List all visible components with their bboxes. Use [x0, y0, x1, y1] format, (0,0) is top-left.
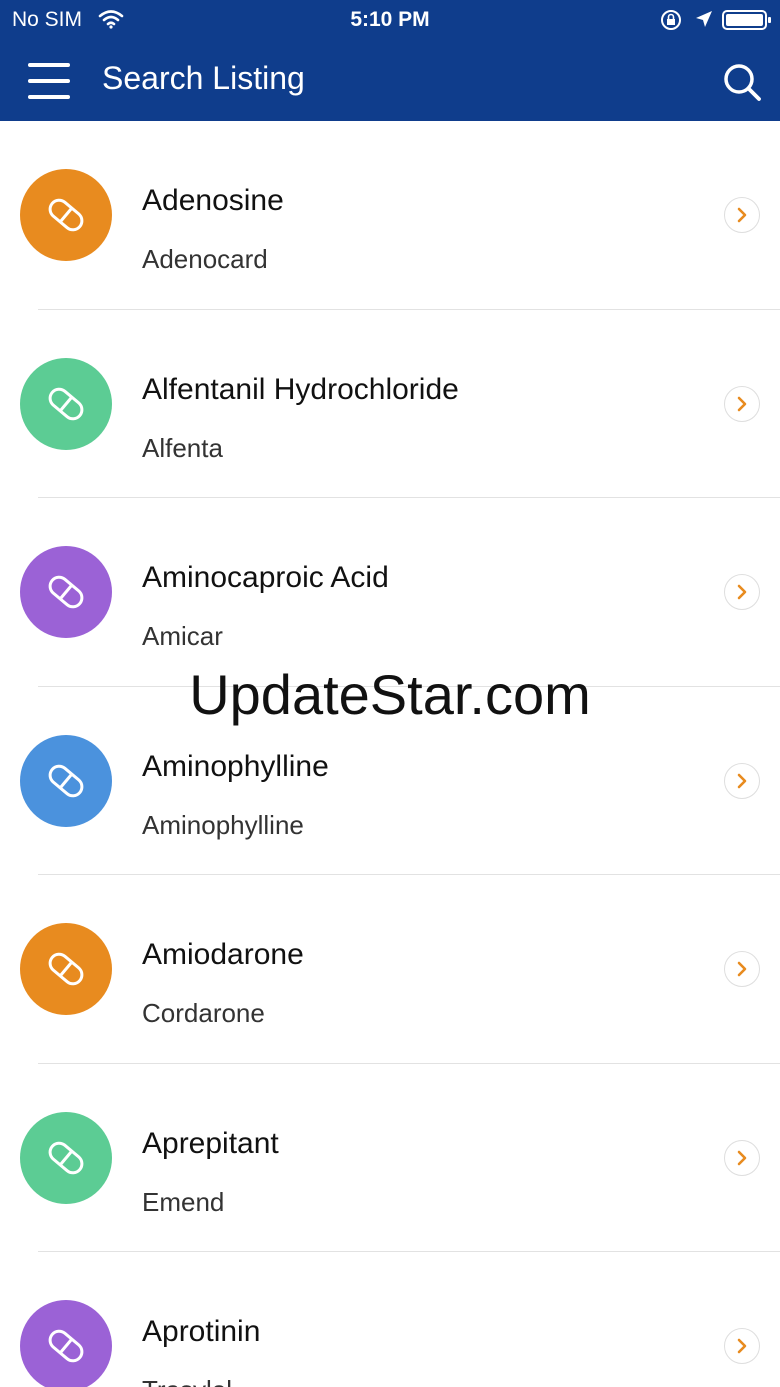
chevron-right-icon[interactable]: [724, 1328, 760, 1364]
drug-brand: Emend: [142, 1186, 225, 1217]
location-arrow-icon: [694, 9, 714, 34]
drug-brand: Adenocard: [142, 244, 268, 274]
hamburger-menu-icon: [28, 63, 70, 67]
chevron-right-icon[interactable]: [724, 951, 760, 987]
list-item[interactable]: Aprepitant Emend: [0, 1064, 780, 1252]
page-title: Search Listing: [102, 60, 305, 96]
drug-brand: Aminophylline: [142, 809, 304, 840]
menu-button[interactable]: [26, 61, 72, 101]
drug-brand: Trasylol: [142, 1375, 232, 1387]
pill-icon: [20, 923, 112, 1015]
search-icon: [724, 64, 761, 101]
pill-icon: [20, 546, 112, 638]
navigation-bar: Search Listing: [0, 40, 780, 121]
rotation-lock-icon: [660, 9, 682, 36]
search-button[interactable]: [722, 62, 762, 102]
drug-name: Aminophylline: [142, 749, 329, 783]
pill-icon: [20, 357, 112, 450]
list-item[interactable]: Alfentanil Hydrochloride Alfenta: [0, 310, 780, 498]
chevron-right-icon[interactable]: [724, 762, 760, 799]
list-item[interactable]: Adenosine Adenocard: [0, 121, 780, 310]
drug-brand: Alfenta: [142, 432, 223, 463]
list-item[interactable]: Amiodarone Cordarone: [0, 875, 780, 1064]
list-item[interactable]: Aminocaproic Acid Amicar: [0, 498, 780, 687]
list-item[interactable]: Aprotinin Trasylol: [0, 1252, 780, 1387]
drug-name: Aminocaproic Acid: [142, 561, 389, 594]
chevron-right-icon[interactable]: [724, 385, 760, 422]
drug-brand: Amicar: [142, 621, 223, 651]
drug-name: Alfentanil Hydrochloride: [142, 372, 459, 406]
drug-name: Amiodarone: [142, 938, 304, 971]
pill-icon: [20, 169, 112, 261]
chevron-right-icon[interactable]: [724, 574, 760, 610]
pill-icon: [20, 734, 112, 827]
list-item[interactable]: Aminophylline Aminophylline: [0, 687, 780, 875]
chevron-right-icon[interactable]: [724, 197, 760, 233]
pill-icon: [20, 1111, 112, 1204]
chevron-right-icon[interactable]: [724, 1139, 760, 1176]
status-bar: No SIM 5:10 PM: [0, 0, 780, 40]
drug-brand: Cordarone: [142, 998, 265, 1028]
drug-list: Adenosine Adenocard Alfentanil Hydrochlori…: [0, 121, 780, 1387]
pill-icon: [20, 1300, 112, 1387]
battery-icon: [722, 10, 772, 35]
drug-name: Aprotinin: [142, 1315, 261, 1348]
drug-name: Aprepitant: [142, 1126, 279, 1160]
drug-name: Adenosine: [142, 184, 284, 217]
